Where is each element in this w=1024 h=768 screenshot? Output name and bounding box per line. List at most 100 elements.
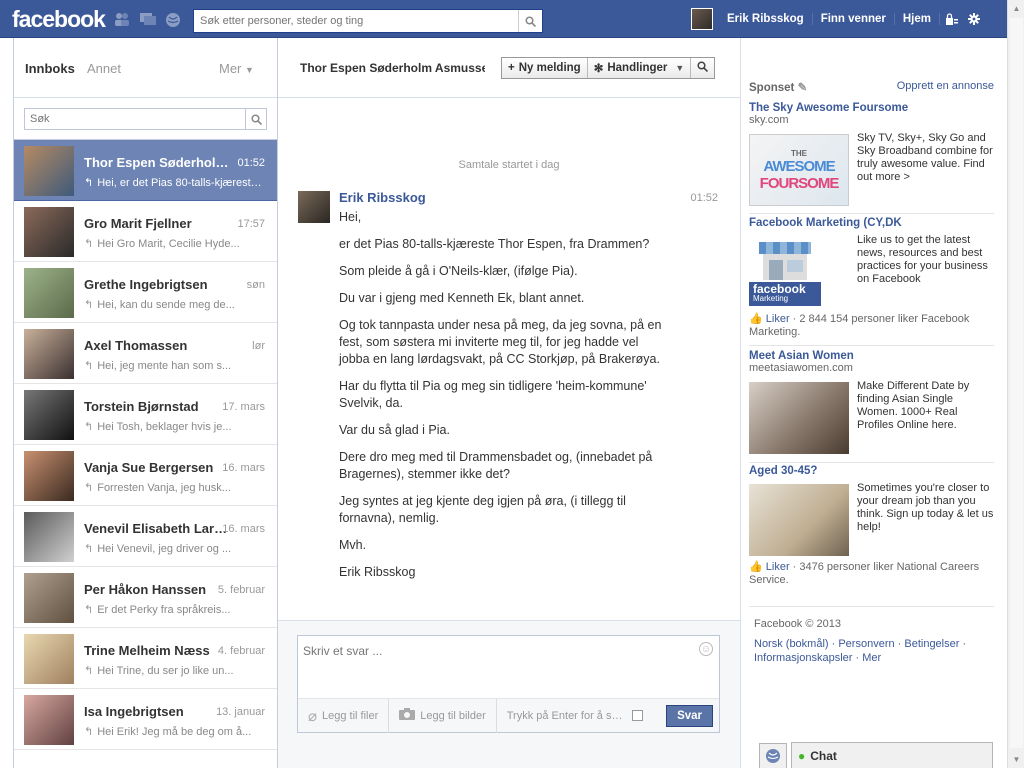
thread-name[interactable]: Thor Espen Søderholm Asmussen bbox=[84, 155, 234, 170]
scrollbar-thumb[interactable] bbox=[1010, 18, 1023, 748]
conversation-title[interactable]: Thor Espen Søderholm Asmussen bbox=[300, 61, 485, 75]
thread-item[interactable]: Isa Ingebrigtsen 13. januar ↰ Hei Erik! Jeg… bbox=[14, 689, 277, 750]
ad-domain: meetasiawomen.com bbox=[749, 362, 853, 374]
chat-bar[interactable]: ● Chat bbox=[791, 742, 993, 768]
find-friends-link[interactable]: Finn venner bbox=[813, 13, 895, 25]
thread-avatar[interactable] bbox=[24, 329, 74, 379]
ad-sky[interactable]: The Sky Awesome Foursome sky.com THE AWE… bbox=[749, 102, 994, 207]
ad-image[interactable] bbox=[749, 484, 849, 556]
tab-other[interactable]: Annet bbox=[87, 61, 121, 76]
thread-avatar[interactable] bbox=[24, 146, 74, 196]
search-icon[interactable] bbox=[518, 10, 542, 32]
top-search-input[interactable] bbox=[194, 10, 516, 32]
more-dropdown[interactable]: Mer ▼ bbox=[219, 61, 254, 76]
thread-item[interactable]: Venevil Elisabeth Larsen 16. mars ↰ Hei Ven… bbox=[14, 506, 277, 567]
thread-item[interactable]: Torstein Bjørnstad 17. mars ↰ Hei Tosh, bek… bbox=[14, 384, 277, 445]
reply-arrow-icon: ↰ bbox=[84, 665, 94, 677]
thread-item[interactable]: Thor Espen Søderholm Asmussen01:52 ↰Hei, … bbox=[14, 140, 277, 201]
thread-search bbox=[14, 98, 277, 140]
emoticon-icon[interactable]: ☺ bbox=[699, 642, 713, 656]
thread-avatar[interactable] bbox=[24, 390, 74, 440]
thread-avatar[interactable] bbox=[24, 207, 74, 257]
thread-name[interactable]: Per Håkon Hanssen bbox=[84, 582, 234, 597]
message-author[interactable]: Erik Ribsskog bbox=[339, 190, 426, 205]
thread-snippet: ↰ Er det Perky fra språkreis... bbox=[84, 604, 231, 616]
profile-link[interactable]: Erik Ribsskog bbox=[719, 13, 813, 25]
ad-title[interactable]: Facebook Marketing (CY,DK bbox=[749, 217, 994, 229]
conversation-search-button[interactable] bbox=[691, 58, 714, 78]
thread-name[interactable]: Axel Thomassen bbox=[84, 338, 234, 353]
message-author-avatar[interactable] bbox=[298, 191, 330, 223]
ad-like-button[interactable]: Liker bbox=[766, 313, 790, 325]
create-ad-link[interactable]: Opprett en annonse bbox=[897, 80, 994, 94]
home-link[interactable]: Hjem bbox=[895, 13, 940, 25]
ad-like-line: 👍 Liker · 3476 personer liker National C… bbox=[749, 561, 994, 587]
thread-time: 16. mars bbox=[222, 462, 265, 474]
settings-gear-icon[interactable] bbox=[963, 13, 985, 25]
thread-name[interactable]: Vanja Sue Bergersen bbox=[84, 460, 234, 475]
storefront-icon bbox=[759, 242, 811, 280]
thread-avatar[interactable] bbox=[24, 268, 74, 318]
actions-dropdown-button[interactable]: ✻ Handlinger ▼ bbox=[588, 58, 692, 78]
thread-avatar[interactable] bbox=[24, 695, 74, 745]
scroll-down-icon[interactable]: ▼ bbox=[1008, 751, 1024, 768]
thread-name[interactable]: Venevil Elisabeth Larsen bbox=[84, 521, 234, 536]
ad-title[interactable]: Aged 30-45? bbox=[749, 465, 994, 477]
thread-item[interactable]: Grethe Ingebrigtsen søn ↰ Hei, kan du sende… bbox=[14, 262, 277, 323]
thread-avatar[interactable] bbox=[24, 634, 74, 684]
thread-name[interactable]: Torstein Bjørnstad bbox=[84, 399, 234, 414]
facebook-logo[interactable]: facebook bbox=[12, 6, 106, 33]
message-paragraph: Mvh. bbox=[339, 538, 367, 552]
ad-text: Make Different Date by finding Asian Sin… bbox=[857, 380, 970, 431]
thread-item[interactable]: Axel Thomassen lør ↰ Hei, jeg mente han som… bbox=[14, 323, 277, 384]
page: facebook Erik Ribsskog Finn venner Hjem bbox=[0, 0, 1024, 768]
chat-label: Chat bbox=[810, 748, 837, 763]
attach-images-button[interactable]: Legg til bilder bbox=[389, 698, 497, 733]
ad-image[interactable] bbox=[749, 382, 849, 454]
enter-to-send-checkbox[interactable] bbox=[631, 710, 643, 721]
chevron-down-icon: ▼ bbox=[675, 63, 685, 73]
ad-image[interactable]: THE AWESOME FOURSOME bbox=[749, 134, 849, 206]
privacy-lock-icon[interactable] bbox=[940, 13, 963, 25]
notifications-icon[interactable] bbox=[165, 12, 180, 27]
page-scrollbar[interactable]: ▲ ▼ bbox=[1007, 0, 1024, 768]
attach-files-button[interactable]: ⌀ Legg til filer bbox=[298, 698, 390, 733]
thread-time: 16. mars bbox=[222, 523, 265, 535]
ad-facebook-marketing[interactable]: Facebook Marketing (CY,DK facebook Marke… bbox=[749, 217, 994, 342]
ad-title[interactable]: Meet Asian Women bbox=[749, 350, 994, 362]
thread-item[interactable]: Trine Melheim Næss 4. februar ↰ Hei Trine, … bbox=[14, 628, 277, 689]
reply-input[interactable] bbox=[298, 636, 688, 696]
ad-image[interactable]: facebook Marketing bbox=[749, 234, 849, 306]
footer-links[interactable]: Norsk (bokmål) · Personvern · Betingelse… bbox=[754, 637, 999, 665]
thread-search-input[interactable] bbox=[24, 108, 246, 130]
thread-search-icon[interactable] bbox=[245, 108, 267, 130]
ad-image-text: Marketing bbox=[753, 294, 789, 303]
thread-avatar[interactable] bbox=[24, 451, 74, 501]
top-bar: facebook Erik Ribsskog Finn venner Hjem bbox=[0, 0, 1007, 38]
thread-snippet: ↰ Hei Gro Marit, Cecilie Hyde... bbox=[84, 238, 240, 250]
ad-title[interactable]: The Sky Awesome Foursome bbox=[749, 102, 994, 114]
thread-avatar[interactable] bbox=[24, 512, 74, 562]
reply-arrow-icon: ↰ bbox=[84, 604, 94, 616]
thread-snippet: ↰ Hei Venevil, jeg driver og ... bbox=[84, 543, 232, 555]
thread-name[interactable]: Gro Marit Fjellner bbox=[84, 216, 234, 231]
friend-requests-icon[interactable] bbox=[114, 12, 129, 26]
thread-item[interactable]: Per Håkon Hanssen 5. februar ↰ Er det Perky… bbox=[14, 567, 277, 628]
user-avatar[interactable] bbox=[690, 8, 713, 30]
thread-name[interactable]: Isa Ingebrigtsen bbox=[84, 704, 234, 719]
thread-time: 13. januar bbox=[216, 706, 265, 718]
thread-avatar[interactable] bbox=[24, 573, 74, 623]
messages-icon[interactable] bbox=[140, 12, 156, 26]
thread-name[interactable]: Trine Melheim Næss bbox=[84, 643, 234, 658]
ad-careers-service[interactable]: Aged 30-45? Sometimes you're closer to y… bbox=[749, 465, 994, 590]
send-reply-button[interactable]: Svar bbox=[666, 705, 713, 727]
tab-inbox[interactable]: Innboks bbox=[25, 61, 75, 76]
thread-item[interactable]: Gro Marit Fjellner 17:57 ↰ Hei Gro Marit, C… bbox=[14, 201, 277, 262]
ad-meet-asian-women[interactable]: Meet Asian Women meetasiawomen.com Make … bbox=[749, 350, 994, 460]
scroll-up-icon[interactable]: ▲ bbox=[1008, 0, 1024, 17]
thread-name[interactable]: Grethe Ingebrigtsen bbox=[84, 277, 234, 292]
new-message-button[interactable]: + Ny melding bbox=[502, 58, 588, 78]
thread-item[interactable]: Vanja Sue Bergersen 16. mars ↰ Forresten Va… bbox=[14, 445, 277, 506]
ad-like-button[interactable]: Liker bbox=[766, 561, 790, 573]
chat-globe-icon[interactable] bbox=[759, 743, 787, 768]
